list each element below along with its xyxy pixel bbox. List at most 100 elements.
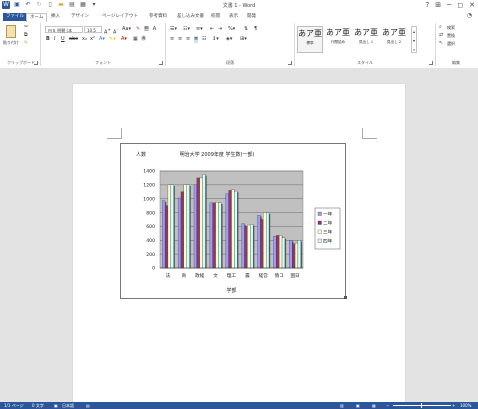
paragraph-dialog-launcher[interactable] xyxy=(288,61,292,65)
find-button[interactable]: 検索 xyxy=(447,25,455,31)
italic-icon[interactable]: I xyxy=(54,36,55,43)
font-size-combobox[interactable]: 10.5 xyxy=(84,26,102,33)
bar xyxy=(212,202,216,269)
styles-dialog-launcher[interactable] xyxy=(429,61,433,65)
clipboard-dialog-launcher[interactable] xyxy=(34,61,38,65)
bar xyxy=(202,174,206,269)
align-left-icon[interactable]: ≡ xyxy=(170,36,174,43)
bar-side xyxy=(221,204,223,268)
style-heading-1[interactable]: あア亜 見出し 1 xyxy=(353,26,379,53)
close-button[interactable]: ✕ xyxy=(469,1,475,9)
character-shading-icon[interactable]: ▦ xyxy=(133,36,138,43)
center-icon[interactable]: ≡ xyxy=(178,36,182,43)
justify-icon[interactable]: ≣ xyxy=(194,36,199,43)
minimize-button[interactable]: ─ xyxy=(447,1,451,9)
word-count[interactable]: 0 文字 xyxy=(32,402,44,409)
cut-icon[interactable]: ✂ xyxy=(24,24,28,31)
line-spacing-icon[interactable]: ↕▾ xyxy=(212,36,219,43)
zoom-slider[interactable] xyxy=(393,405,451,406)
legend-swatch xyxy=(317,211,322,216)
bold-icon[interactable]: B xyxy=(46,36,50,43)
editing-group: ⌕ 検索 ⇄ 置換 ↖ 選択 編集 xyxy=(436,23,476,66)
proofing-icon[interactable]: ▣ xyxy=(54,402,58,409)
style-heading-2[interactable]: あア亜 見出し 2 xyxy=(381,26,407,53)
shading-icon[interactable]: ◈▾ xyxy=(226,36,232,43)
print-layout-icon[interactable]: ▣ xyxy=(356,402,360,409)
web-layout-icon[interactable]: ▦ xyxy=(372,402,376,409)
account-avatar-icon[interactable]: ◔ xyxy=(467,12,472,19)
asian-layout-icon[interactable]: %▾ xyxy=(228,26,235,33)
paste-button-label[interactable]: 貼り付け xyxy=(3,40,19,46)
strikethrough-icon[interactable]: abc xyxy=(69,36,78,43)
chart-resize-handle[interactable] xyxy=(344,296,347,299)
font-name-combobox[interactable]: ＭＳ 明朝 (本 xyxy=(45,26,83,33)
copy-icon[interactable]: ⧉ xyxy=(24,32,28,39)
replace-icon[interactable]: ⇄ xyxy=(439,32,443,39)
bar-side xyxy=(189,186,191,268)
tab-references[interactable]: 参考資料 xyxy=(146,13,170,21)
page-count[interactable]: 1/1 ページ xyxy=(4,402,24,409)
bar xyxy=(231,189,235,269)
highlight-color-icon[interactable]: ✎▾ xyxy=(109,36,116,43)
bar xyxy=(263,212,267,269)
legend-swatch xyxy=(317,238,322,243)
style-normal[interactable]: あア亜 標準 xyxy=(297,26,323,53)
zoom-slider-thumb[interactable] xyxy=(421,403,422,408)
font-dialog-launcher[interactable] xyxy=(159,61,163,65)
zoom-in-icon[interactable]: + xyxy=(452,402,455,409)
tab-design[interactable]: デザイン xyxy=(68,13,92,21)
replace-button[interactable]: 置換 xyxy=(447,33,455,39)
macro-record-icon[interactable]: ▤ xyxy=(86,402,90,409)
x-axis-label: 学部 xyxy=(226,287,236,294)
find-icon[interactable]: ⌕ xyxy=(439,24,442,31)
y-tick-label: 600 xyxy=(146,224,155,230)
bar xyxy=(292,243,296,269)
subscript-icon[interactable]: x₂ xyxy=(82,36,87,43)
increase-indent-icon[interactable]: ⇥ xyxy=(218,26,222,33)
tab-review[interactable]: 校閲 xyxy=(208,13,223,21)
ribbon-display-options-icon[interactable]: ⊞ xyxy=(435,1,441,9)
tab-developer[interactable]: 開発 xyxy=(244,13,259,21)
tab-mailings[interactable]: 差し込み文書 xyxy=(174,13,207,21)
clear-formatting-icon[interactable]: ✎ xyxy=(136,26,140,33)
distributed-icon[interactable]: ☷ xyxy=(202,36,206,43)
font-color-icon[interactable]: A▾ xyxy=(121,36,127,43)
tab-file[interactable]: ファイル xyxy=(3,13,27,21)
tab-view[interactable]: 表示 xyxy=(226,13,241,21)
superscript-icon[interactable]: x² xyxy=(90,36,95,43)
restore-icon[interactable]: ◻ xyxy=(457,1,463,9)
embedded-chart[interactable]: 明治大学 2009年度 学生数(一部) 人数 学部 0 200 400 600 800 1000… xyxy=(120,143,346,299)
enclose-character-icon[interactable]: Ａ xyxy=(152,26,157,33)
language-indicator[interactable]: 日本語 xyxy=(62,402,74,409)
tab-page-layout[interactable]: ページレイアウト xyxy=(99,13,141,21)
bar xyxy=(281,237,286,269)
numbering-icon[interactable]: ☷▾ xyxy=(183,26,190,33)
select-icon[interactable]: ↖ xyxy=(439,40,443,47)
borders-icon[interactable]: ⊞▾ xyxy=(240,36,247,43)
enclosed-alphanumeric-icon[interactable]: ㊜ xyxy=(141,36,146,43)
change-case-icon[interactable]: Aa▾ xyxy=(122,26,131,33)
y-tick-label: 1000 xyxy=(143,196,155,202)
underline-icon[interactable]: U xyxy=(61,36,65,43)
paste-icon[interactable] xyxy=(6,25,16,38)
sort-icon[interactable]: ⇅ xyxy=(244,26,248,33)
zoom-out-icon[interactable]: − xyxy=(386,402,389,409)
bar-side xyxy=(237,192,239,268)
multilevel-list-icon[interactable]: ≡▾ xyxy=(196,26,203,33)
style-no-spacing[interactable]: あア亜 行間詰め xyxy=(325,26,351,53)
align-right-icon[interactable]: ≡ xyxy=(186,36,190,43)
bullets-icon[interactable]: ☰▾ xyxy=(170,26,177,33)
paragraph-group-label: 段落 xyxy=(226,60,234,65)
show-marks-icon[interactable]: ¶ xyxy=(254,26,257,33)
phonetic-guide-icon[interactable]: 亜 xyxy=(144,26,149,33)
help-button[interactable]: ? xyxy=(426,1,430,9)
text-effects-icon[interactable]: A▾ xyxy=(99,36,105,43)
select-button[interactable]: 選択 xyxy=(447,41,455,47)
zoom-level[interactable]: 100% xyxy=(460,402,471,409)
tab-insert[interactable]: 挿入 xyxy=(48,13,63,21)
style-preview: あア亜 xyxy=(298,29,322,38)
decrease-indent-icon[interactable]: ⇤ xyxy=(210,26,214,33)
styles-scroll-bar[interactable]: ▴ ▾ ▿ xyxy=(411,26,417,53)
read-mode-icon[interactable]: ▥ xyxy=(340,402,344,409)
format-painter-icon[interactable]: ✎ xyxy=(24,40,28,47)
